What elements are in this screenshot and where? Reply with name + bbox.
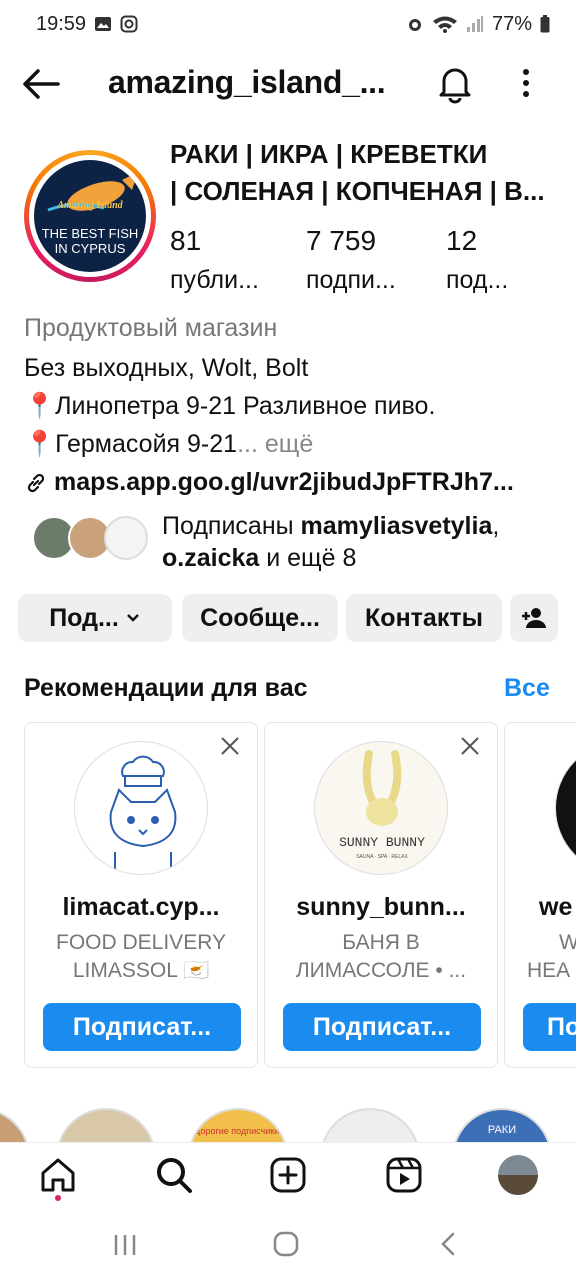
clock: 19:59 — [36, 12, 87, 35]
gallery-icon — [95, 17, 112, 31]
instagram-icon — [120, 15, 138, 33]
close-icon[interactable] — [219, 735, 241, 757]
card-avatar — [555, 741, 576, 875]
profile-stats: 81 публи... 7 759 подпи... 12 под... — [0, 224, 576, 304]
chevron-down-icon — [126, 614, 139, 622]
card-description: W HEA — [527, 931, 576, 982]
home-icon[interactable] — [38, 1155, 78, 1195]
stat-posts[interactable]: 81 публи... — [170, 224, 259, 298]
system-navigation-bar — [0, 1208, 576, 1280]
follow-button[interactable]: Подписат... — [283, 1003, 481, 1051]
followed-by-text: Подписаны mamyliasvetylia, o.zaicka и ещ… — [162, 512, 500, 572]
bio-line: Без выходных, Wolt, Bolt — [24, 354, 309, 382]
card-avatar — [74, 741, 208, 875]
avatar-brand: Amazing Island — [56, 200, 123, 211]
recommendation-card[interactable]: limacat.cyp... FOOD DELIVERY LIMASSOL 🇨🇾… — [24, 722, 258, 1068]
contacts-button[interactable]: Контакты — [346, 594, 502, 642]
suggest-people-button[interactable] — [510, 594, 558, 642]
bunny-logo-text: SUNNY BUNNY — [339, 835, 425, 850]
stat-followers[interactable]: 7 759 подпи... — [306, 224, 396, 298]
bottom-navigation — [0, 1142, 576, 1208]
recent-apps-icon[interactable] — [112, 1232, 138, 1258]
create-post-icon[interactable] — [268, 1155, 308, 1195]
bio-line: 📍Линопетра 9-21 Разливное пиво. — [24, 392, 436, 420]
alarm-icon — [408, 19, 421, 31]
profile-username: amazing_island_... — [108, 64, 386, 100]
reels-icon[interactable] — [384, 1155, 424, 1195]
message-button[interactable]: Сообще... — [182, 594, 338, 642]
search-icon[interactable] — [154, 1155, 194, 1195]
close-icon[interactable] — [459, 735, 481, 757]
profile-display-name: РАКИ | ИКРА | КРЕВЕТКИ | СОЛЕНАЯ | КОПЧЕ… — [170, 139, 545, 206]
follower-avatar — [104, 516, 148, 560]
status-bar: 19:59 77% — [0, 0, 576, 48]
link-icon — [27, 473, 45, 492]
battery-text: 77% — [491, 12, 532, 35]
card-avatar: SUNNY BUNNY SAUNA · SPA · RELAX — [314, 741, 448, 875]
recommendation-card[interactable]: SUNNY BUNNY SAUNA · SPA · RELAX sunny_bu… — [264, 722, 498, 1068]
see-all-link[interactable]: Все — [504, 674, 550, 703]
back-button-icon[interactable] — [436, 1230, 460, 1258]
home-button-icon[interactable] — [272, 1230, 300, 1258]
bell-icon[interactable] — [436, 64, 474, 104]
cat-chef-icon — [109, 755, 177, 874]
card-username[interactable]: limacat.cyp... — [25, 893, 257, 922]
wifi-icon — [432, 16, 457, 33]
notification-dot — [55, 1195, 61, 1201]
card-description: БАНЯ В ЛИМАССОЛЕ • ... — [295, 931, 467, 982]
profile-header: amazing_island_... — [0, 52, 576, 116]
card-username[interactable]: we — [505, 893, 576, 922]
bio-more-link[interactable]: ... ещё — [237, 430, 313, 458]
bunny-logo-sub: SAUNA · SPA · RELAX — [356, 854, 408, 860]
profile-link[interactable]: maps.app.goo.gl/uvr2jibudJpFTRJh7... — [24, 468, 564, 497]
signal-icon — [466, 16, 483, 32]
followed-by[interactable]: Подписаны mamyliasvetylia, o.zaicka и ещ… — [32, 508, 572, 580]
more-options-icon[interactable] — [516, 66, 536, 102]
add-person-icon — [522, 608, 546, 628]
stat-following[interactable]: 12 под... — [446, 224, 508, 298]
back-arrow-icon[interactable] — [20, 66, 60, 102]
profile-avatar-icon[interactable] — [498, 1155, 538, 1195]
card-username[interactable]: sunny_bunn... — [265, 893, 497, 922]
card-description: FOOD DELIVERY LIMASSOL 🇨🇾 — [56, 931, 226, 982]
recommendations-title: Рекомендации для вас — [24, 674, 308, 702]
profile-category: Продуктовый магазин — [24, 314, 278, 342]
follow-button[interactable]: По — [523, 1003, 576, 1051]
bio-line: 📍Гермасойя 9-21... ещё — [24, 430, 314, 458]
battery-icon — [540, 15, 550, 33]
bunny-icon: SUNNY BUNNY SAUNA · SPA · RELAX — [339, 750, 425, 860]
following-dropdown-button[interactable]: Под... — [18, 594, 172, 642]
follow-button[interactable]: Подписат... — [43, 1003, 241, 1051]
recommendation-card[interactable]: we W HEA По — [504, 722, 576, 1068]
